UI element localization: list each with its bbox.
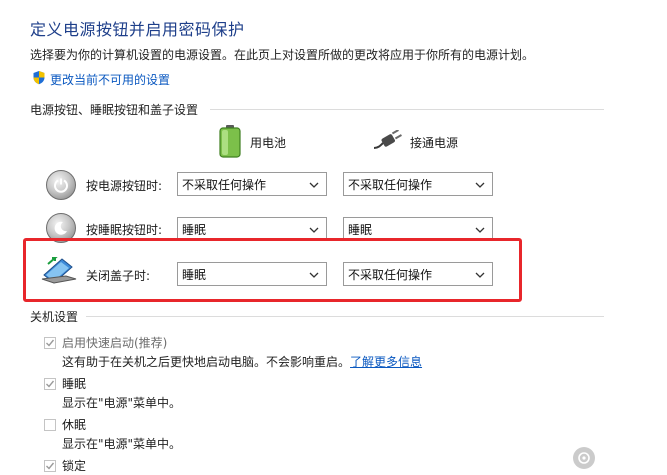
chevron-down-icon	[475, 227, 485, 233]
sleep-button-row-label: 按睡眠按钮时:	[86, 223, 163, 237]
checkmark-icon	[46, 462, 55, 470]
hibernate-description: 显示在"电源"菜单中。	[62, 437, 182, 451]
sleep-checkbox[interactable]	[44, 377, 56, 390]
sleep-checkbox-row[interactable]: 睡眠	[44, 375, 86, 392]
buttons-section-header: 电源按钮、睡眠按钮和盖子设置	[30, 103, 199, 117]
lock-checkbox-row[interactable]: 锁定	[44, 457, 86, 474]
lid-row-label: 关闭盖子时:	[86, 269, 151, 283]
hibernate-checkbox-row[interactable]: 休眠	[44, 416, 86, 433]
watermark: 悟空问答	[572, 447, 659, 469]
watermark-logo-icon	[572, 447, 595, 469]
sleep-description: 显示在"电源"菜单中。	[62, 396, 182, 410]
power-plug-icon	[372, 129, 402, 155]
lid-battery-select[interactable]: 睡眠	[177, 262, 327, 286]
chevron-down-icon	[309, 272, 319, 278]
page-title: 定义电源按钮并启用密码保护	[30, 20, 245, 39]
change-settings-link[interactable]: 更改当前不可用的设置	[32, 70, 170, 88]
change-settings-link-label[interactable]: 更改当前不可用的设置	[50, 71, 170, 88]
power-button-row-label: 按电源按钮时:	[86, 179, 163, 193]
power-button-icon	[46, 170, 76, 200]
fast-startup-description: 这有助于在关机之后更快地启动电脑。不会影响重启。了解更多信息	[62, 355, 423, 369]
page-subtitle: 选择要为你的计算机设置的电源设置。在此页上对设置所做的更改将应用于你所有的电源计…	[30, 48, 535, 62]
power-button-battery-select[interactable]: 不采取任何操作	[177, 172, 327, 196]
fast-startup-checkbox-row[interactable]: 启用快速启动(推荐)	[44, 334, 167, 351]
section-divider	[210, 109, 604, 110]
chevron-down-icon	[475, 272, 485, 278]
chevron-down-icon	[309, 182, 319, 188]
lock-checkbox[interactable]	[44, 459, 56, 472]
fast-startup-checkbox[interactable]	[44, 336, 56, 349]
chevron-down-icon	[475, 182, 485, 188]
section-divider	[86, 316, 604, 317]
battery-column-header: 用电池	[218, 124, 286, 161]
plugged-column-header: 接通电源	[372, 129, 458, 155]
uac-shield-icon	[32, 70, 46, 88]
laptop-lid-icon	[40, 255, 78, 288]
shutdown-section-header: 关机设置	[30, 310, 79, 324]
chevron-down-icon	[309, 227, 319, 233]
hibernate-checkbox[interactable]	[44, 418, 56, 431]
battery-icon	[218, 124, 242, 161]
power-button-plugged-select[interactable]: 不采取任何操作	[343, 172, 493, 196]
lid-plugged-select[interactable]: 不采取任何操作	[343, 262, 493, 286]
learn-more-link[interactable]: 了解更多信息	[350, 355, 422, 369]
checkmark-icon	[46, 339, 55, 347]
checkmark-icon	[46, 380, 55, 388]
